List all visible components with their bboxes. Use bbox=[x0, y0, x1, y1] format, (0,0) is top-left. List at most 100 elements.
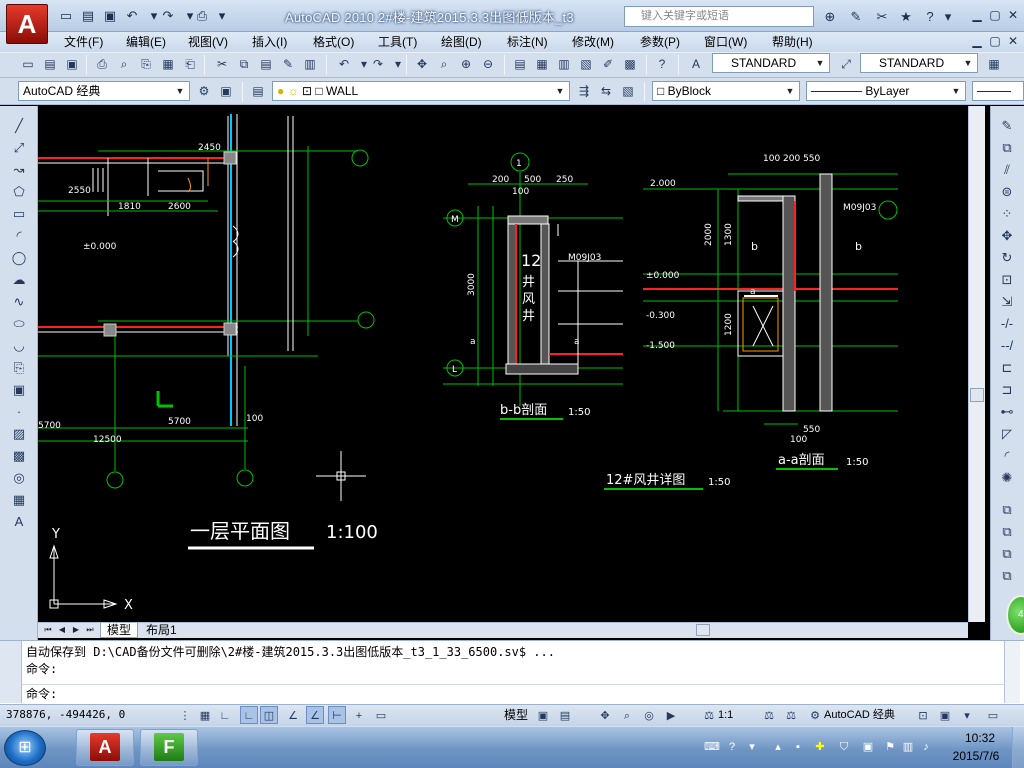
make-block-icon[interactable]: ▣ bbox=[8, 380, 30, 400]
grid-icon[interactable]: ▦ bbox=[196, 706, 214, 724]
menu-dimension[interactable]: 标注(N) bbox=[505, 33, 550, 51]
layout-view-icon[interactable]: ▣ bbox=[534, 706, 552, 724]
horizontal-scroll-thumb[interactable] bbox=[696, 624, 710, 636]
clock-time[interactable]: 10:32 bbox=[958, 731, 1002, 745]
quick-access-dropdown-icon[interactable]: ▾ bbox=[212, 6, 232, 26]
undo-icon[interactable]: ↶ bbox=[122, 6, 142, 26]
offset-icon[interactable]: ⊜ bbox=[996, 182, 1018, 202]
menu-draw[interactable]: 绘图(D) bbox=[439, 33, 484, 51]
tab-layout1[interactable]: 布局1 bbox=[140, 623, 183, 638]
annotation-scale-value[interactable]: 1:1 bbox=[718, 707, 733, 723]
mirror-icon[interactable]: ⫽ bbox=[996, 160, 1018, 180]
clock-date[interactable]: 2015/7/6 bbox=[946, 749, 1006, 763]
draworder-front-icon[interactable]: ⧉ bbox=[996, 500, 1018, 520]
lineweight-toggle-icon[interactable]: ▭ bbox=[372, 706, 390, 724]
help-search-input[interactable]: 键入关键字或短语 bbox=[624, 6, 814, 27]
markup-icon[interactable]: ✐ bbox=[598, 54, 618, 74]
block-editor-icon[interactable]: ▥ bbox=[300, 54, 320, 74]
menu-view[interactable]: 视图(V) bbox=[186, 33, 230, 51]
save-tool-icon[interactable]: ▣ bbox=[62, 54, 82, 74]
open-icon[interactable]: ▤ bbox=[40, 54, 60, 74]
prev-tab-icon[interactable]: ◀ bbox=[56, 624, 68, 636]
next-tab-icon[interactable]: ▶ bbox=[70, 624, 82, 636]
draworder-back-icon[interactable]: ⧉ bbox=[996, 522, 1018, 542]
snap-icon[interactable]: ∟ bbox=[216, 706, 234, 724]
doc-restore-button[interactable]: ▢ bbox=[986, 33, 1004, 50]
array-icon[interactable]: ⁘ bbox=[996, 204, 1018, 224]
keyboard-icon[interactable]: ⌨ bbox=[704, 739, 720, 755]
make-current-layer-icon[interactable]: ⇶ bbox=[574, 81, 594, 101]
infer-constraints-icon[interactable]: ⋮ bbox=[176, 706, 194, 724]
doc-minimize-button[interactable]: ▁ bbox=[968, 33, 986, 50]
insert-block-icon[interactable]: ⎘ bbox=[8, 358, 30, 378]
tray-dropdown-icon[interactable]: ▾ bbox=[744, 739, 760, 755]
osnap-icon[interactable]: ∠ bbox=[284, 706, 302, 724]
quick-view-icon[interactable]: ▤ bbox=[556, 706, 574, 724]
subscription-center-icon[interactable]: ✎ bbox=[846, 7, 866, 26]
ellipse-icon[interactable]: ⬭ bbox=[8, 314, 30, 334]
polar-icon[interactable]: ◫ bbox=[260, 706, 278, 724]
coordinate-readout[interactable]: 378876, -494426, 0 bbox=[6, 707, 125, 723]
undo-tool-icon[interactable]: ↶ bbox=[334, 54, 354, 74]
menu-parametric[interactable]: 参数(P) bbox=[638, 33, 682, 51]
drawing-canvas[interactable]: 2450 2550 1810 2600 ±0.000 5700 5700 125… bbox=[38, 106, 942, 622]
new-file-icon[interactable]: ▭ bbox=[56, 6, 76, 26]
model-space-label[interactable]: 模型 bbox=[504, 707, 528, 723]
volume-icon[interactable]: ♪ bbox=[918, 739, 934, 755]
minimize-window-button[interactable]: ▁ bbox=[968, 7, 986, 24]
close-window-button[interactable]: ✕ bbox=[1004, 7, 1022, 24]
plot-preview-icon[interactable]: ⌕ bbox=[114, 54, 134, 74]
command-input-row[interactable] bbox=[22, 684, 1004, 703]
cut-icon[interactable]: ✂ bbox=[212, 54, 232, 74]
dim-style-select[interactable]: STANDARD ▼ bbox=[860, 53, 978, 73]
menu-insert[interactable]: 插入(I) bbox=[250, 33, 289, 51]
network-icon[interactable]: ▥ bbox=[900, 739, 916, 755]
annotation-visibility-icon[interactable]: ⚖ bbox=[760, 706, 778, 724]
copy-icon[interactable]: ⧉ bbox=[234, 54, 254, 74]
annotation-scale-icon[interactable]: ⚖ bbox=[700, 706, 718, 724]
otrack-icon[interactable]: ∠ bbox=[306, 706, 324, 724]
auto-scale-icon[interactable]: ⚖ bbox=[782, 706, 800, 724]
pan-icon[interactable]: ✥ bbox=[412, 54, 432, 74]
steering-wheel-icon[interactable]: ◎ bbox=[640, 706, 658, 724]
layer-select[interactable]: ● ☼ ⊡ □ WALL ▼ bbox=[272, 81, 570, 101]
help-tool-icon[interactable]: ? bbox=[652, 54, 672, 74]
open-file-icon[interactable]: ▤ bbox=[78, 6, 98, 26]
match-properties-icon[interactable]: ✎ bbox=[278, 54, 298, 74]
vertical-scrollbar[interactable] bbox=[968, 106, 985, 622]
tab-model[interactable]: 模型 bbox=[100, 623, 139, 638]
usb-icon[interactable]: ▣ bbox=[860, 739, 876, 755]
publish-icon[interactable]: ⎘ bbox=[136, 54, 156, 74]
fillet-icon[interactable]: ◜ bbox=[996, 446, 1018, 466]
quickcalc-icon[interactable]: ▩ bbox=[620, 54, 640, 74]
layer-previous-icon[interactable]: ⇆ bbox=[596, 81, 616, 101]
spline-icon[interactable]: ∿ bbox=[8, 292, 30, 312]
sheet-set-icon[interactable]: ▧ bbox=[576, 54, 596, 74]
pan-status-icon[interactable]: ✥ bbox=[596, 706, 614, 724]
point-icon[interactable]: · bbox=[8, 402, 30, 422]
polyline-icon[interactable]: ↝ bbox=[8, 160, 30, 180]
communication-center-icon[interactable]: ✂ bbox=[872, 7, 892, 26]
revision-cloud-icon[interactable]: ☁ bbox=[8, 270, 30, 290]
table-icon[interactable]: ▦ bbox=[8, 490, 30, 510]
command-scrollbar[interactable] bbox=[1004, 641, 1020, 703]
show-hidden-icons-icon[interactable]: ▴ bbox=[770, 739, 786, 755]
last-tab-icon[interactable]: ⏭ bbox=[84, 624, 96, 636]
multiline-text-icon[interactable]: A bbox=[8, 512, 30, 532]
workspace-switch-icon[interactable]: ⚙ bbox=[806, 706, 824, 724]
dyn-icon[interactable]: + bbox=[350, 706, 368, 724]
favorites-star-icon[interactable]: ★ bbox=[896, 7, 916, 26]
binoculars-icon[interactable]: ⊕ bbox=[820, 7, 840, 26]
layer-states-icon[interactable]: ▧ bbox=[618, 81, 638, 101]
save-icon[interactable]: ▣ bbox=[100, 6, 120, 26]
redo-icon[interactable]: ↷ bbox=[158, 6, 178, 26]
command-prompt[interactable]: 命令: bbox=[26, 685, 57, 703]
draworder-above-icon[interactable]: ⧉ bbox=[996, 544, 1018, 564]
layer-properties-icon[interactable]: ▤ bbox=[248, 81, 268, 101]
zoom-previous-icon[interactable]: ⊖ bbox=[478, 54, 498, 74]
color-select[interactable]: □ ByBlock ▼ bbox=[652, 81, 800, 101]
chamfer-icon[interactable]: ◸ bbox=[996, 424, 1018, 444]
draworder-below-icon[interactable]: ⧉ bbox=[996, 566, 1018, 586]
gradient-icon[interactable]: ▩ bbox=[8, 446, 30, 466]
3d-dwf-icon[interactable]: ▦ bbox=[158, 54, 178, 74]
